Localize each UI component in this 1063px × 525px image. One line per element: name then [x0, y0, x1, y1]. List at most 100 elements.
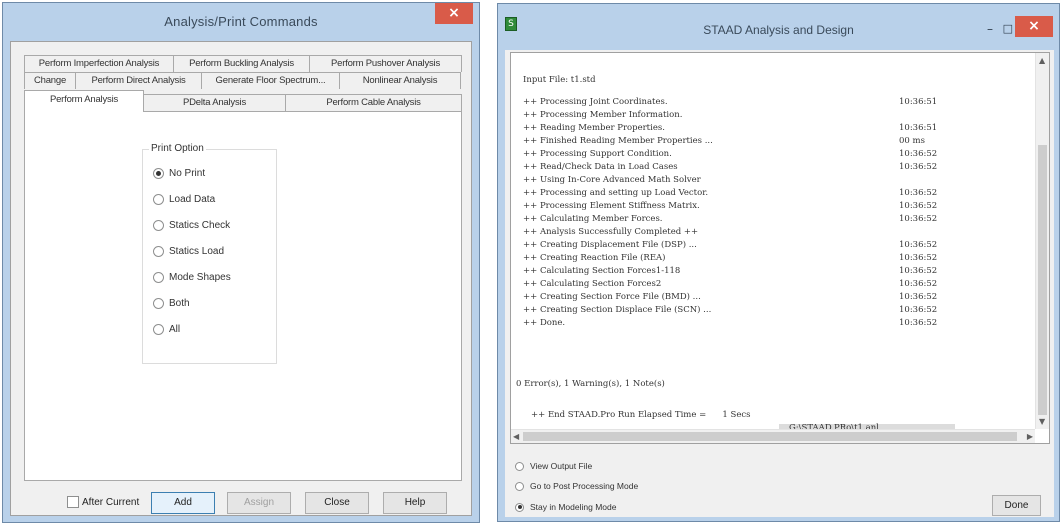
tab-perform-buckling-analysis[interactable]: Perform Buckling Analysis	[173, 55, 310, 72]
staad-analysis-window: S STAAD Analysis and Design – □ × Input …	[497, 3, 1060, 522]
log-line-time: 10:36:52	[899, 214, 938, 224]
radio-mode-shapes[interactable]: Mode Shapes	[153, 272, 231, 283]
radio-view-output-file[interactable]: View Output File	[515, 461, 592, 471]
scroll-right-icon[interactable]: ▶	[1027, 432, 1033, 441]
log-line-text: ++ Processing Support Condition.	[523, 149, 672, 159]
log-line-time: 10:36:52	[899, 292, 938, 302]
print-option-legend: Print Option	[149, 143, 206, 154]
horizontal-scroll-thumb[interactable]	[523, 432, 1017, 441]
window-client-area: Input File: t1.std ++ Processing Joint C…	[505, 50, 1054, 517]
radio-statics-check[interactable]: Statics Check	[153, 220, 230, 231]
done-button[interactable]: Done	[992, 495, 1041, 516]
radio-label: Both	[169, 298, 190, 309]
dialog-client-area: Perform Imperfection Analysis Perform Bu…	[10, 41, 472, 516]
tab-row-1: Perform Imperfection Analysis Perform Bu…	[11, 55, 471, 72]
log-line-text: ++ Using In-Core Advanced Math Solver	[523, 175, 701, 185]
log-line-text: ++ Calculating Section Forces1-118	[523, 266, 681, 276]
log-line-text: ++ Calculating Section Forces2	[523, 279, 662, 289]
radio-label: Load Data	[169, 194, 216, 205]
radio-label: No Print	[169, 168, 206, 179]
assign-button[interactable]: Assign	[227, 492, 291, 514]
vertical-scroll-thumb[interactable]	[1038, 145, 1047, 415]
log-line-text: ++ Processing Joint Coordinates.	[523, 97, 668, 107]
radio-all[interactable]: All	[153, 324, 180, 335]
radio-button-icon[interactable]	[153, 168, 164, 179]
after-current-label: After Current	[82, 496, 140, 508]
radio-label: Stay in Modeling Mode	[530, 502, 617, 512]
radio-label: View Output File	[530, 461, 593, 471]
radio-button-icon[interactable]	[515, 481, 524, 491]
log-line-time: 00 ms	[899, 136, 925, 146]
log-line-text: ++ Processing and setting up Load Vector…	[523, 188, 709, 198]
radio-both[interactable]: Both	[153, 298, 190, 309]
tab-change[interactable]: Change	[24, 72, 76, 89]
horizontal-scrollbar[interactable]: ◀ ▶	[511, 429, 1035, 443]
log-line-time: 10:36:52	[899, 162, 938, 172]
log-line-text: ++ Calculating Member Forces.	[523, 214, 663, 224]
log-line-time: 10:36:51	[899, 97, 938, 107]
radio-label: Go to Post Processing Mode	[530, 481, 639, 491]
scroll-left-icon[interactable]: ◀	[513, 432, 519, 441]
log-line-text: ++ Done.	[523, 318, 566, 328]
radio-load-data[interactable]: Load Data	[153, 194, 215, 205]
log-line-time: 10:36:52	[899, 240, 938, 250]
log-line-text: ++ Creating Reaction File (REA)	[523, 253, 666, 263]
perform-analysis-panel: Print Option No Print Load Data Statics …	[24, 111, 462, 481]
close-icon[interactable]: ×	[1015, 16, 1053, 37]
tab-perform-imperfection-analysis[interactable]: Perform Imperfection Analysis	[24, 55, 174, 72]
log-line-time: 10:36:52	[899, 201, 938, 211]
radio-label: Statics Check	[169, 220, 231, 231]
after-current-checkbox[interactable]: After Current	[67, 496, 139, 508]
log-line-text: ++ Processing Element Stiffness Matrix.	[523, 201, 700, 211]
tab-perform-direct-analysis[interactable]: Perform Direct Analysis	[75, 72, 202, 89]
log-line-text: ++ Read/Check Data in Load Cases	[523, 162, 678, 172]
radio-go-to-post-processing[interactable]: Go to Post Processing Mode	[515, 481, 638, 491]
log-line-time: 10:36:52	[899, 253, 938, 263]
radio-button-icon[interactable]	[153, 272, 164, 283]
radio-button-icon[interactable]	[515, 502, 524, 512]
log-line-text: ++ Analysis Successfully Completed ++	[523, 227, 699, 237]
minimize-icon[interactable]: –	[987, 22, 993, 36]
radio-button-icon[interactable]	[153, 220, 164, 231]
window-title: STAAD Analysis and Design	[703, 23, 854, 37]
checkbox-icon[interactable]	[67, 496, 79, 508]
log-line-time: 10:36:52	[899, 279, 938, 289]
tab-row-2: Change Perform Direct Analysis Generate …	[11, 72, 471, 89]
log-line-text: ++ Creating Section Displace File (SCN) …	[523, 305, 712, 315]
vertical-scrollbar[interactable]: ▲ ▼	[1035, 53, 1049, 429]
radio-button-icon[interactable]	[153, 246, 164, 257]
log-line-text: ++ Creating Displacement File (DSP) ...	[523, 240, 697, 250]
radio-button-icon[interactable]	[153, 194, 164, 205]
analysis-output-log[interactable]: Input File: t1.std ++ Processing Joint C…	[510, 52, 1050, 444]
print-option-group: Print Option No Print Load Data Statics …	[142, 143, 277, 364]
radio-button-icon[interactable]	[153, 324, 164, 335]
help-button[interactable]: Help	[383, 492, 447, 514]
tab-perform-cable-analysis[interactable]: Perform Cable Analysis	[285, 94, 462, 111]
tab-perform-analysis[interactable]: Perform Analysis	[24, 90, 144, 112]
radio-statics-load[interactable]: Statics Load	[153, 246, 224, 257]
log-line-text: ++ Reading Member Properties.	[523, 123, 665, 133]
tab-perform-pushover-analysis[interactable]: Perform Pushover Analysis	[309, 55, 462, 72]
radio-label: Statics Load	[169, 246, 225, 257]
tab-nonlinear-analysis[interactable]: Nonlinear Analysis	[339, 72, 461, 89]
radio-button-icon[interactable]	[153, 298, 164, 309]
add-button[interactable]: Add	[151, 492, 215, 514]
scroll-up-icon[interactable]: ▲	[1039, 56, 1045, 65]
output-text: Input File: t1.std ++ Processing Joint C…	[511, 53, 1035, 435]
tab-pdelta-analysis[interactable]: PDelta Analysis	[143, 94, 286, 111]
tab-generate-floor-spectrum[interactable]: Generate Floor Spectrum...	[201, 72, 340, 89]
radio-no-print[interactable]: No Print	[153, 168, 205, 179]
scroll-down-icon[interactable]: ▼	[1039, 417, 1045, 426]
log-line-time: 10:36:51	[899, 123, 938, 133]
log-line-time: 10:36:52	[899, 188, 938, 198]
radio-button-icon[interactable]	[515, 461, 524, 471]
close-icon[interactable]: ×	[435, 3, 473, 24]
radio-label: All	[169, 324, 181, 335]
log-line-time: 10:36:52	[899, 318, 938, 328]
radio-stay-in-modeling[interactable]: Stay in Modeling Mode	[515, 502, 616, 512]
dialog-button-bar: After Current Add Assign Close Help	[11, 487, 471, 515]
dialog-titlebar[interactable]: Analysis/Print Commands ×	[3, 3, 479, 41]
close-button[interactable]: Close	[305, 492, 369, 514]
maximize-icon[interactable]: □	[1003, 22, 1013, 35]
log-line-time: 10:36:52	[899, 305, 938, 315]
